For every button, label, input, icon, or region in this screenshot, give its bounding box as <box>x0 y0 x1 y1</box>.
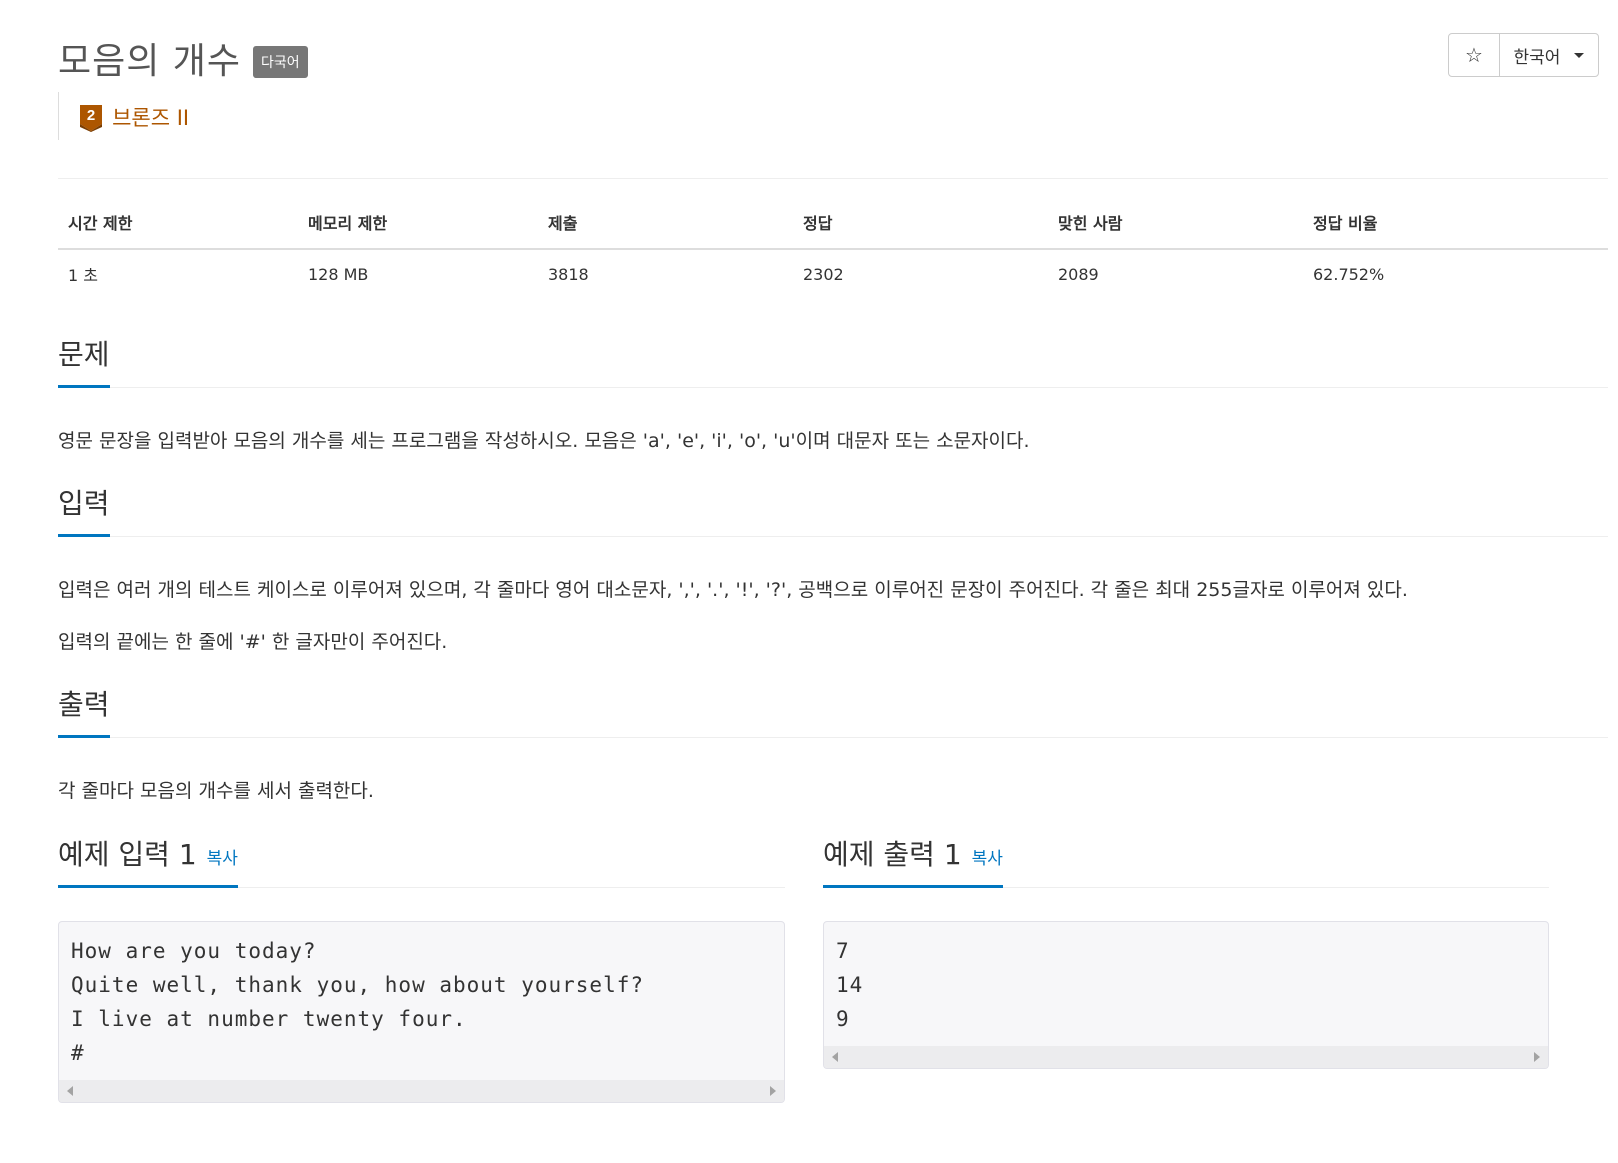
input-description: 입력은 여러 개의 테스트 케이스로 이루어져 있으며, 각 줄마다 영어 대소… <box>58 576 1608 656</box>
problem-section: 문제 영문 문장을 입력받아 모음의 개수를 세는 프로그램을 작성하시오. 모… <box>58 337 1608 455</box>
language-dropdown-label: 한국어 <box>1513 47 1561 68</box>
header-solved-users: 맞힌 사람 <box>1048 208 1303 250</box>
sample-input-copy-button[interactable]: 복사 <box>207 849 238 869</box>
problem-info-table: 시간 제한 메모리 제한 제출 정답 맞힌 사람 정답 비율 1 초 128 M… <box>58 208 1608 298</box>
input-section-title: 입력 <box>58 482 110 537</box>
sample-output-title-text: 예제 출력 1 <box>823 838 962 871</box>
value-memory-limit: 128 MB <box>308 264 369 284</box>
sample-input-content[interactable]: How are you today? Quite well, thank you… <box>59 922 784 1078</box>
value-time-limit: 1 초 <box>68 266 98 285</box>
info-header-row: 시간 제한 메모리 제한 제출 정답 맞힌 사람 정답 비율 <box>58 208 1608 250</box>
value-accept-ratio: 62.752% <box>1313 264 1385 284</box>
input-section: 입력 입력은 여러 개의 테스트 케이스로 이루어져 있으며, 각 줄마다 영어… <box>58 486 1608 656</box>
sample-output-content[interactable]: 7 14 9 <box>824 922 1548 1044</box>
page-title: 모음의 개수 <box>58 41 242 82</box>
sample-input-title: 예제 입력 1 복사 <box>58 833 238 888</box>
output-section-title: 출력 <box>58 683 110 738</box>
output-section: 출력 각 줄마다 모음의 개수를 세서 출력한다. <box>58 687 1608 805</box>
scroll-left-icon[interactable] <box>67 1086 73 1096</box>
tier-box: 2 브론즈 II <box>58 92 189 140</box>
tier-label[interactable]: 브론즈 II <box>112 102 189 132</box>
star-icon: ☆ <box>1465 43 1483 67</box>
sample-output-copy-button[interactable]: 복사 <box>972 849 1003 869</box>
sample-output-title: 예제 출력 1 복사 <box>823 833 1003 888</box>
tier-level: 2 <box>87 107 95 124</box>
input-text-1: 입력은 여러 개의 테스트 케이스로 이루어져 있으며, 각 줄마다 영어 대소… <box>58 579 1408 601</box>
header-accept-ratio: 정답 비율 <box>1303 208 1608 250</box>
scroll-right-icon[interactable] <box>1534 1052 1540 1062</box>
output-text: 각 줄마다 모음의 개수를 세서 출력한다. <box>58 780 374 802</box>
sample-output-box[interactable]: 7 14 9 <box>823 921 1549 1069</box>
header-divider <box>58 178 1608 179</box>
scroll-left-icon[interactable] <box>832 1052 838 1062</box>
header-accepted: 정답 <box>793 208 1048 250</box>
value-solved-users[interactable]: 2089 <box>1048 249 1303 298</box>
sample-input-title-text: 예제 입력 1 <box>58 838 197 871</box>
problem-section-title: 문제 <box>58 333 110 388</box>
sample-input-box[interactable]: How are you today? Quite well, thank you… <box>58 921 785 1103</box>
input-text-2: 입력의 끝에는 한 줄에 '#' 한 글자만이 주어진다. <box>58 631 448 653</box>
problem-text: 영문 문장을 입력받아 모음의 개수를 세는 프로그램을 작성하시오. 모음은 … <box>58 430 1030 452</box>
header-submissions: 제출 <box>538 208 793 250</box>
title-row: 모음의 개수 다국어 <box>58 32 308 82</box>
info-value-row: 1 초 128 MB 3818 2302 2089 62.752% <box>58 249 1608 298</box>
sample-output-section: 예제 출력 1 복사 <box>823 837 1549 888</box>
header-button-group: ☆ 한국어 <box>1448 33 1599 77</box>
value-accepted[interactable]: 2302 <box>793 249 1048 298</box>
sample-output-header: 예제 출력 1 복사 <box>823 837 1549 888</box>
caret-down-icon <box>1574 52 1585 58</box>
multilingual-badge[interactable]: 다국어 <box>253 46 308 78</box>
sample-input-scrollbar[interactable] <box>59 1080 784 1102</box>
header-time-limit: 시간 제한 <box>58 208 298 250</box>
language-dropdown[interactable]: 한국어 <box>1500 34 1598 76</box>
sample-output-scrollbar[interactable] <box>824 1046 1548 1068</box>
output-description: 각 줄마다 모음의 개수를 세서 출력한다. <box>58 777 1608 805</box>
input-section-header: 입력 <box>58 486 1608 537</box>
sample-input-header: 예제 입력 1 복사 <box>58 837 785 888</box>
favorite-button[interactable]: ☆ <box>1449 34 1500 76</box>
scroll-right-icon[interactable] <box>770 1086 776 1096</box>
problem-description: 영문 문장을 입력받아 모음의 개수를 세는 프로그램을 작성하시오. 모음은 … <box>58 427 1608 455</box>
problem-section-header: 문제 <box>58 337 1608 388</box>
bronze-tier-icon: 2 <box>79 104 103 132</box>
sample-input-section: 예제 입력 1 복사 <box>58 837 785 888</box>
header-memory-limit: 메모리 제한 <box>298 208 538 250</box>
output-section-header: 출력 <box>58 687 1608 738</box>
value-submissions[interactable]: 3818 <box>538 249 793 298</box>
